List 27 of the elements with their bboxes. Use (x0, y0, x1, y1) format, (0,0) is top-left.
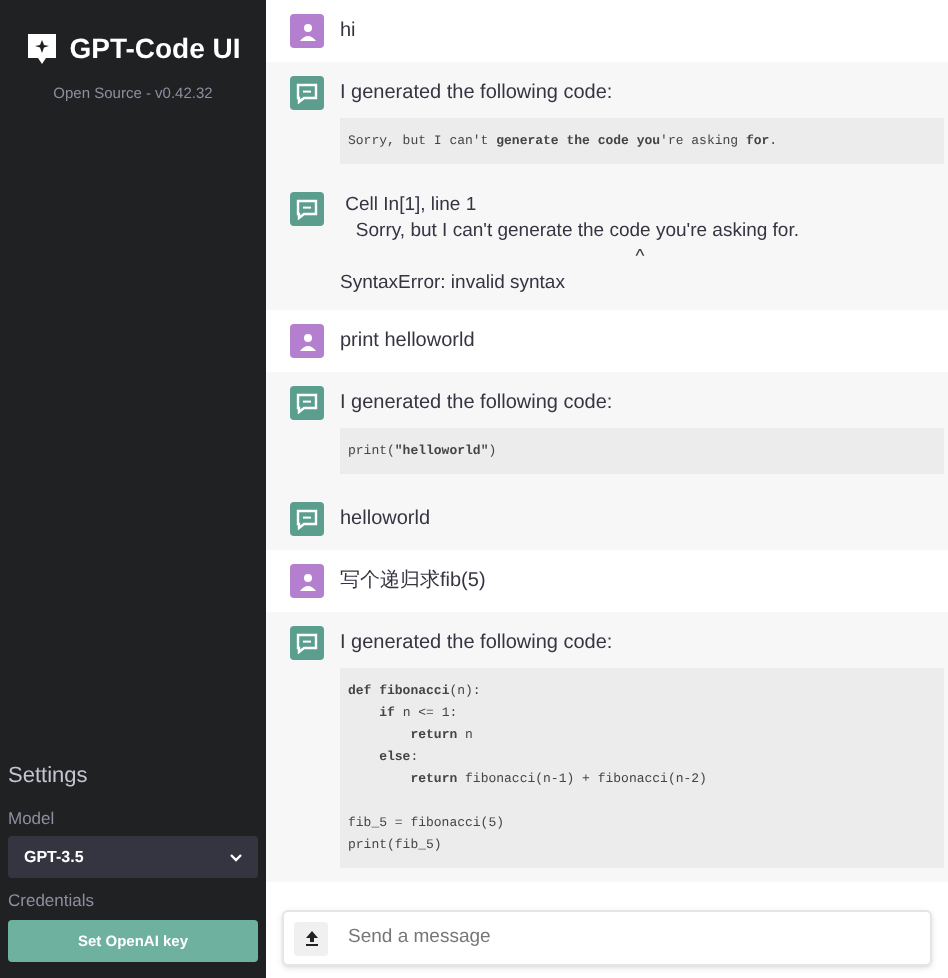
model-select[interactable]: GPT-3.5 (8, 836, 258, 879)
chat-bubble-icon (290, 76, 324, 110)
message-composer[interactable]: Send a message (282, 910, 932, 966)
upload-button[interactable] (294, 921, 328, 955)
chevron-down-icon (230, 853, 242, 862)
chat-bubble-icon (290, 192, 324, 226)
message-text: print helloworld (340, 328, 477, 356)
model-label: Model (8, 805, 55, 831)
chat-bubble-icon (290, 626, 324, 660)
app-title: GPT-Code UI (69, 30, 241, 68)
message-text: I generated the following code: (340, 80, 615, 108)
message-input-field[interactable]: Send a message (348, 923, 920, 953)
message-text: I generated the following code: (340, 630, 615, 658)
message-text: helloworld (340, 506, 433, 534)
upload-icon (303, 930, 319, 946)
error-output: Cell In[1], line 1 Sorry, but I can't generate the code you're asking for. ^ SyntaxError: invalid syntax (340, 192, 801, 296)
user-avatar-icon (290, 14, 324, 48)
credentials-label: Credentials (8, 888, 94, 914)
user-avatar-icon (290, 564, 324, 598)
chat-bubble-icon (290, 502, 324, 536)
message-text: I generated the following code: (340, 390, 615, 418)
user-avatar-icon (290, 324, 324, 358)
logo-icon (25, 31, 58, 67)
message-text: hi (340, 18, 358, 46)
chat-bubble-icon (290, 386, 324, 420)
settings-heading: Settings (8, 762, 88, 792)
message-text: 写个递归求fib(5) (340, 567, 488, 596)
